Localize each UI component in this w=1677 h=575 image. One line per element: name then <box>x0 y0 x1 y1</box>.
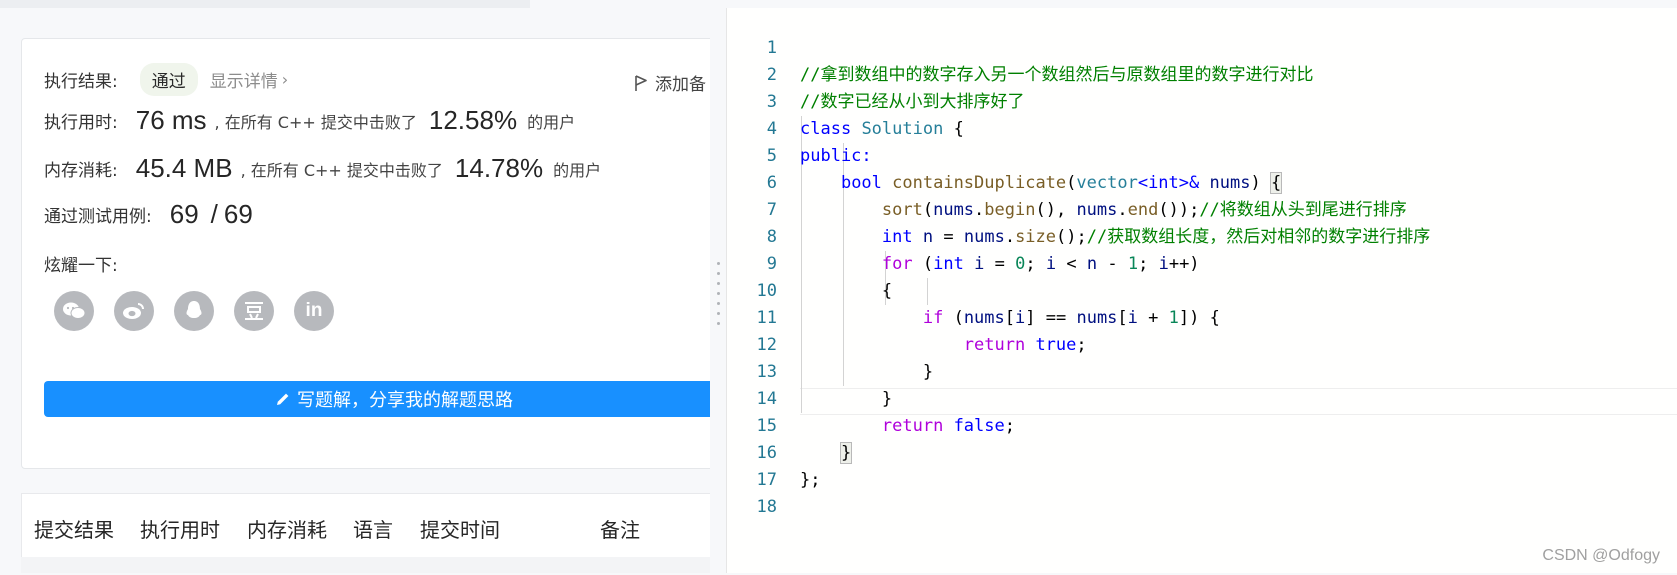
code-line: 5 bool containsDuplicate(vector<int>& nu… <box>727 116 1677 194</box>
result-card: 执行结果: 通过 显示详情 › 添加备 执行用时: 76 ms , 在所有 C+… <box>21 38 710 469</box>
tab-memory[interactable]: 内存消耗 <box>247 514 327 543</box>
drag-handle-icon <box>717 262 720 332</box>
table-area <box>21 557 710 573</box>
code-line: 1 //拿到数组中的数字存入另一个数组然后与原数组里的数字进行对比 <box>727 8 1677 85</box>
code-line: 3 class Solution { <box>727 62 1677 139</box>
tests-separator: / <box>210 199 218 229</box>
memory-row: 内存消耗: 45.4 MB , 在所有 C++ 提交中击败了 14.78% 的用… <box>44 153 601 184</box>
add-note-label: 添加备 <box>655 75 706 95</box>
code-line: 14 return false; <box>727 359 1677 436</box>
submission-tabs: 提交结果 执行用时 内存消耗 语言 提交时间 备注 <box>21 493 710 557</box>
panel-splitter[interactable] <box>710 0 726 573</box>
code-line: 2 //数字已经从小到大排序好了 <box>727 35 1677 112</box>
runtime-mid-text: , 在所有 C++ 提交中击败了 <box>214 112 417 132</box>
tests-total: 69 <box>223 199 253 229</box>
code-line: 7 int n = nums.size();//获取数组长度，然后对相邻的数字进… <box>727 170 1677 247</box>
runtime-label: 执行用时: <box>44 113 118 133</box>
runtime-value: 76 ms <box>135 105 207 135</box>
tab-submit-result[interactable]: 提交结果 <box>34 514 114 543</box>
share-row: 炫耀一下: <box>44 251 118 276</box>
flag-icon <box>635 74 647 91</box>
code-line: 15 } <box>727 386 1677 464</box>
code-line: 9 { <box>727 224 1677 301</box>
result-label: 执行结果: <box>44 72 118 92</box>
tab-submit-time[interactable]: 提交时间 <box>420 514 500 543</box>
tab-runtime[interactable]: 执行用时 <box>140 514 220 543</box>
code-line: 16 }; <box>727 413 1677 490</box>
code-line: 17 <box>727 440 1677 490</box>
result-row: 执行结果: 通过 显示详情 › <box>44 63 288 96</box>
watermark: CSDN @Odfogy <box>1542 547 1660 564</box>
memory-mid-text: , 在所有 C++ 提交中击败了 <box>240 160 443 180</box>
code-line: 11 return true; <box>727 278 1677 355</box>
runtime-percent: 12.58% <box>428 105 518 135</box>
line-number: 18 <box>756 497 777 517</box>
code-line: 6 sort(nums.begin(), nums.end());//将数组从头… <box>727 143 1677 220</box>
code-line: 4 public: <box>727 89 1677 166</box>
linkedin-icon[interactable]: in <box>294 291 334 331</box>
chevron-right-icon: › <box>281 70 289 89</box>
tab-notes[interactable]: 备注 <box>600 514 640 543</box>
code-line: 18 <box>727 467 1677 517</box>
memory-label: 内存消耗: <box>44 161 118 181</box>
memory-suffix: 的用户 <box>553 160 602 180</box>
tests-label: 通过测试用例: <box>44 207 152 227</box>
code-line: 12 } <box>727 305 1677 382</box>
tests-passed: 69 <box>169 199 199 229</box>
memory-percent: 14.78% <box>454 153 544 183</box>
runtime-row: 执行用时: 76 ms , 在所有 C++ 提交中击败了 12.58% 的用户 <box>44 105 575 136</box>
tests-row: 通过测试用例: 69 / 69 <box>44 199 261 230</box>
code-line: 10 if (nums[i] == nums[i + 1]) { <box>727 251 1677 328</box>
wechat-icon[interactable] <box>54 291 94 331</box>
memory-value: 45.4 MB <box>135 153 233 183</box>
weibo-icon[interactable] <box>114 291 154 331</box>
share-label: 炫耀一下: <box>44 256 118 276</box>
code-line: 8 for (int i = 0; i < n - 1; i++) <box>727 197 1677 274</box>
write-solution-label: 写题解，分享我的解题思路 <box>297 390 513 411</box>
tab-language[interactable]: 语言 <box>353 514 393 543</box>
pencil-icon <box>277 393 289 405</box>
runtime-suffix: 的用户 <box>527 112 576 132</box>
qq-icon[interactable] <box>174 291 214 331</box>
code-editor[interactable]: 1 //拿到数组中的数字存入另一个数组然后与原数组里的数字进行对比 2 //数字… <box>726 8 1677 573</box>
status-badge: 通过 <box>139 63 198 96</box>
submission-panel: 执行结果: 通过 显示详情 › 添加备 执行用时: 76 ms , 在所有 C+… <box>0 0 710 573</box>
share-icons: in <box>54 291 334 331</box>
show-details-link[interactable]: 显示详情 <box>210 67 278 92</box>
add-note-button[interactable]: 添加备 <box>633 70 706 95</box>
code-line: 13 } <box>727 332 1677 409</box>
douban-icon[interactable] <box>234 291 274 331</box>
write-solution-button[interactable]: 写题解，分享我的解题思路 <box>44 381 710 417</box>
